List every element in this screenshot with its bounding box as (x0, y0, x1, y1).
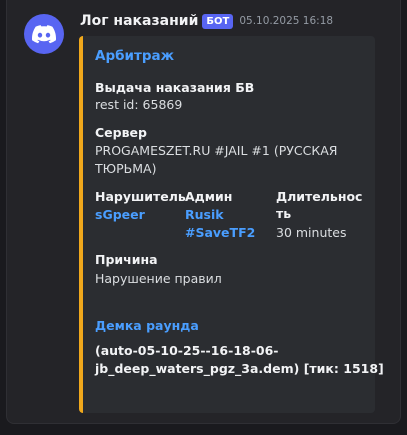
field-server-value-line2: ТЮРЬМА) (95, 161, 157, 176)
discord-message-frame: Лог наказаний БОТ 05.10.2025 16:18 Арбит… (0, 0, 407, 435)
demo-value-line1: (auto-05-10-25--16-18-06- (95, 343, 279, 358)
author-name[interactable]: Лог наказаний (80, 13, 198, 29)
admin-link-line1[interactable]: Rusik (185, 206, 224, 224)
admin-link-line2[interactable]: #SaveTF2 (185, 224, 255, 242)
field-reason-value: Нарушение правил (95, 271, 222, 286)
demo-value-line2: jb_deep_waters_pgz_3a.dem) [тик: 1518] (95, 361, 384, 376)
field-action-value: rest id: 65869 (95, 97, 183, 112)
bot-avatar[interactable] (24, 14, 64, 54)
field-server-name: Сервер (95, 125, 147, 140)
field-reason-name: Причина (95, 252, 158, 267)
violator-link[interactable]: sGpeer (95, 206, 145, 224)
field-violator-name: Нарушитель (95, 189, 186, 204)
message-header: Лог наказаний БОТ 05.10.2025 16:18 (80, 13, 333, 29)
field-duration-name-line1: Длительнос (276, 189, 363, 204)
demo-link[interactable]: Демка раунда (95, 317, 199, 335)
discord-logo-icon (32, 24, 56, 43)
bot-badge: БОТ (202, 13, 234, 29)
field-action-name: Выдача наказания БВ (95, 80, 255, 95)
field-admin-name: Админ (185, 189, 233, 204)
message-timestamp[interactable]: 05.10.2025 16:18 (239, 15, 333, 27)
embed-card: Арбитраж Выдача наказания БВ rest id: 65… (79, 36, 384, 413)
field-duration-name-line2: ть (276, 206, 292, 221)
field-server-value-line1: PROGAMESZET.RU #JAIL #1 (РУССКАЯ (95, 143, 338, 158)
field-duration-value: 30 minutes (276, 225, 347, 240)
embed-title: Арбитраж (95, 48, 175, 64)
